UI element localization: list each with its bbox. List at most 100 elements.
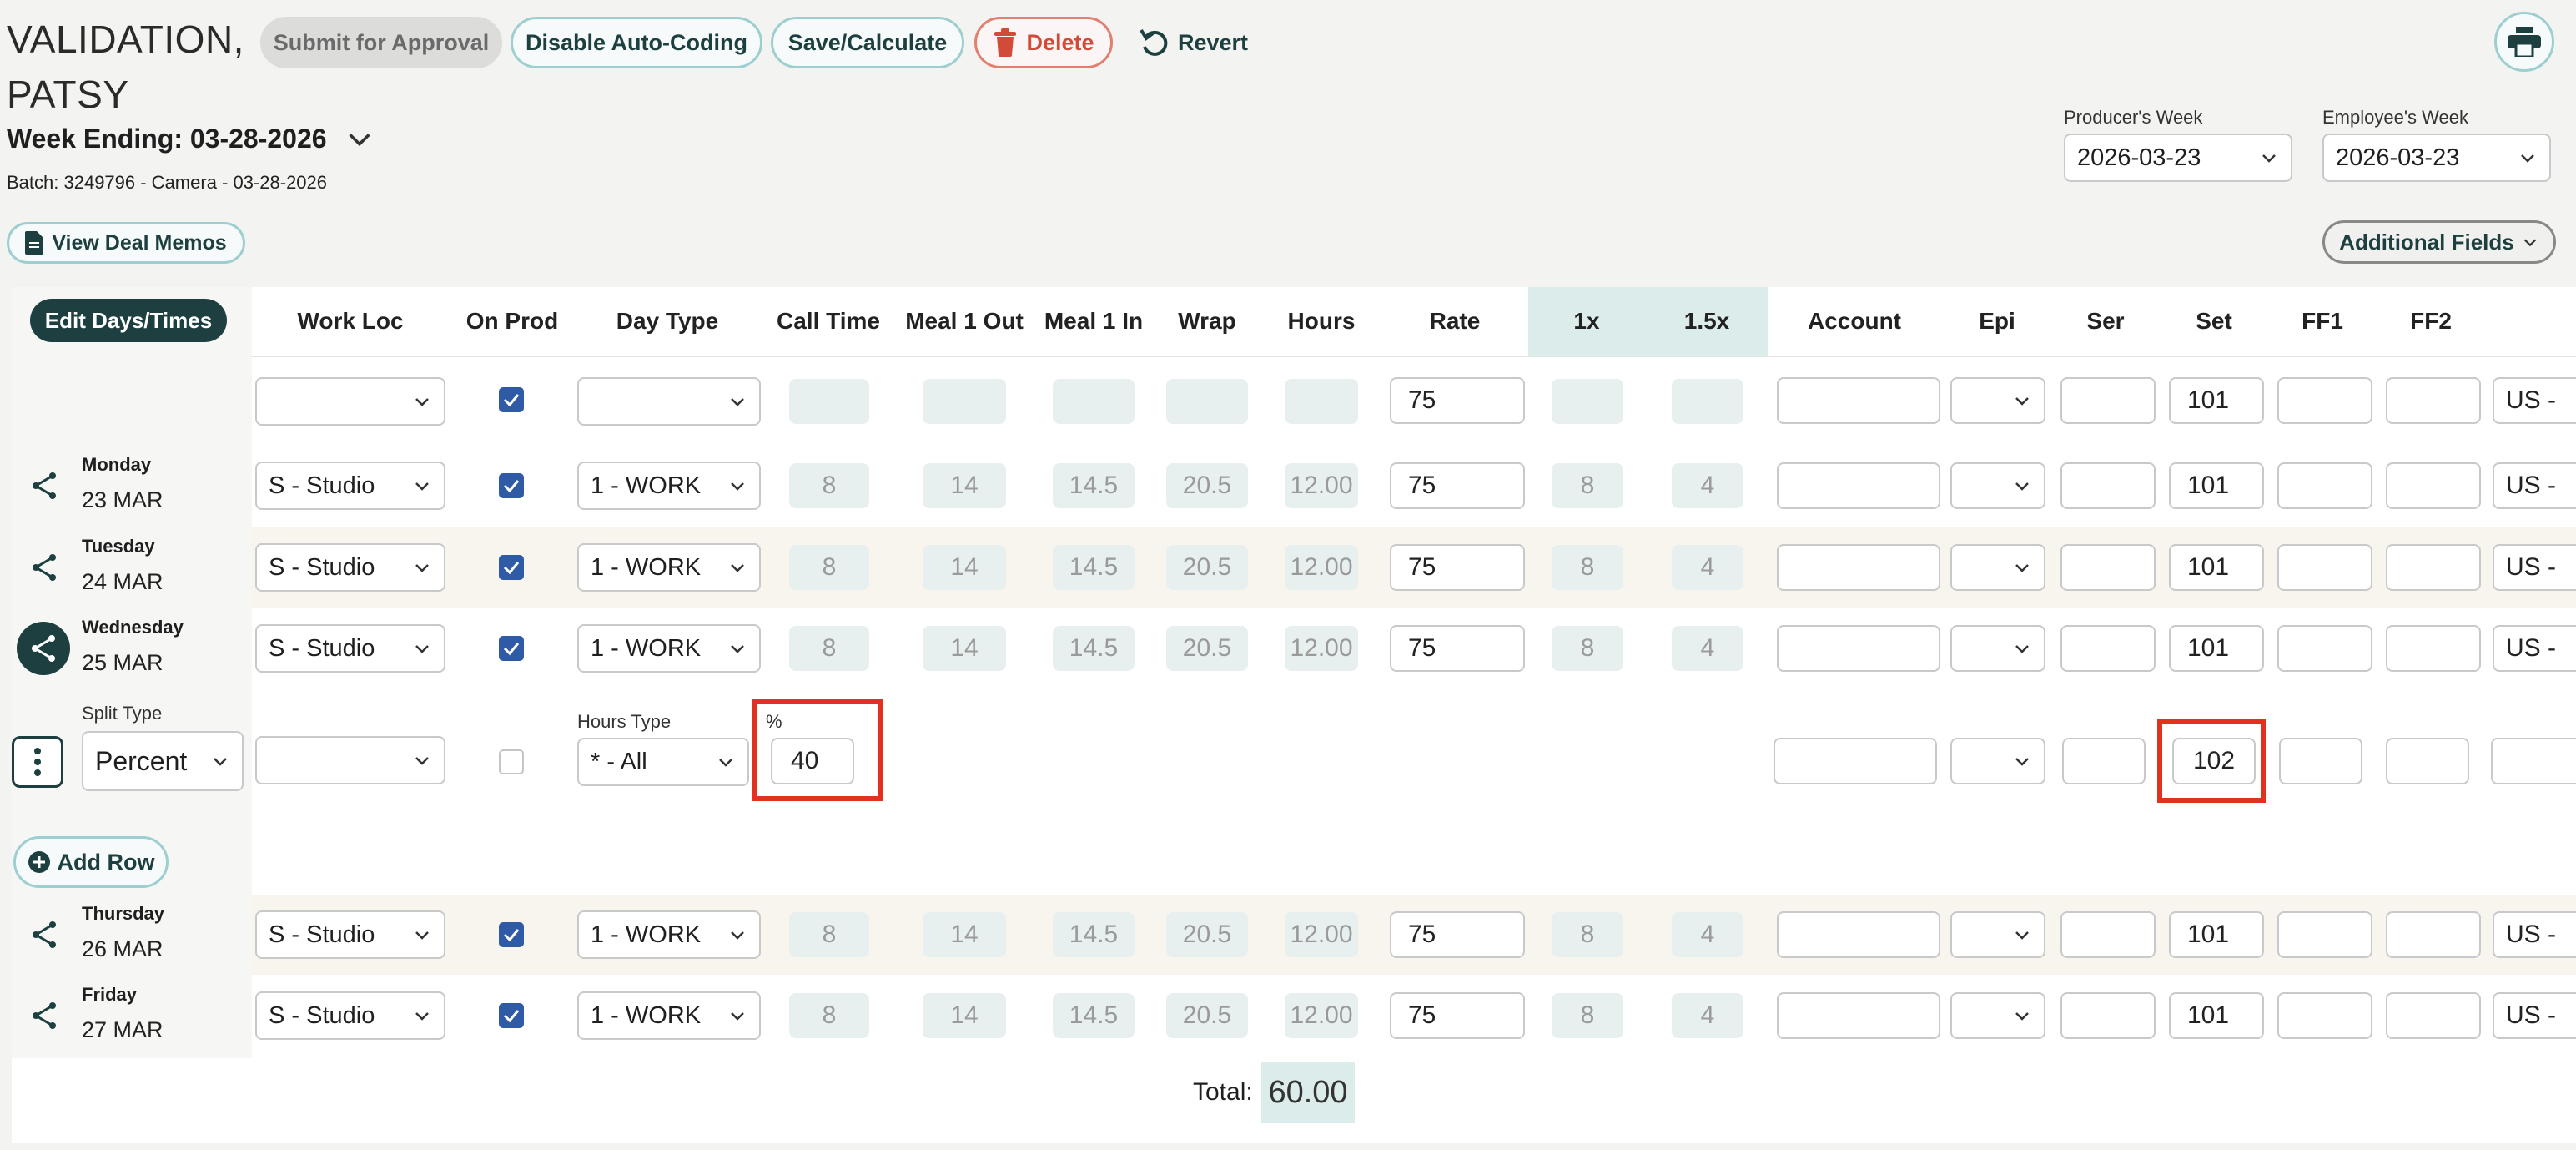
meal1-out-cell: 14 (923, 912, 1006, 957)
submit-for-approval-button[interactable]: Submit for Approval (260, 17, 502, 68)
day-type-select[interactable]: 1 - WORK (577, 910, 761, 959)
epi-select[interactable] (1950, 992, 2045, 1039)
save-calculate-button[interactable]: Save/Calculate (771, 17, 964, 68)
default-ser-input[interactable] (2060, 377, 2156, 424)
country-select[interactable]: US - (2493, 462, 2576, 509)
split-on-prod-checkbox[interactable] (499, 749, 524, 774)
on-prod-checkbox[interactable] (499, 922, 524, 947)
day-share-button[interactable] (17, 622, 70, 675)
day-type-select[interactable]: 1 - WORK (577, 462, 761, 510)
ff2-input[interactable] (2386, 911, 2481, 958)
account-input[interactable] (1777, 544, 1940, 591)
default-on-prod-checkbox[interactable] (499, 387, 524, 412)
epi-select[interactable] (1950, 544, 2045, 591)
ff2-input[interactable] (2386, 992, 2481, 1039)
set-input[interactable]: 101 (2169, 462, 2264, 509)
ff1-input[interactable] (2277, 544, 2372, 591)
ser-input[interactable] (2060, 911, 2156, 958)
edit-days-times-button[interactable]: Edit Days/Times (30, 299, 227, 342)
ff1-input[interactable] (2277, 911, 2372, 958)
set-input[interactable]: 101 (2169, 544, 2264, 591)
ser-input[interactable] (2060, 544, 2156, 591)
revert-button[interactable]: Revert (1135, 17, 1251, 68)
ff1-input[interactable] (2277, 625, 2372, 672)
print-button[interactable] (2494, 12, 2554, 72)
split-type-select[interactable]: Percent (82, 731, 244, 791)
epi-select[interactable] (1950, 911, 2045, 958)
default-ff2-input[interactable] (2386, 377, 2481, 424)
additional-fields-button[interactable]: Additional Fields (2322, 220, 2556, 264)
ser-input[interactable] (2060, 625, 2156, 672)
epi-select[interactable] (1950, 462, 2045, 509)
split-percent-input[interactable]: 40 (771, 738, 854, 784)
rate-input[interactable]: 75 (1390, 625, 1525, 672)
add-row-button[interactable]: Add Row (13, 836, 169, 888)
split-work-loc-select[interactable] (255, 736, 445, 784)
day-share-button[interactable] (23, 914, 65, 956)
country-select[interactable]: US - (2493, 911, 2576, 958)
set-input[interactable]: 101 (2169, 625, 2264, 672)
default-set-input[interactable]: 101 (2169, 377, 2264, 424)
split-account-input[interactable] (1774, 738, 1937, 784)
default-ff1-input[interactable] (2277, 377, 2372, 424)
ff2-input[interactable] (2386, 462, 2481, 509)
default-day-type-select[interactable] (577, 377, 761, 426)
account-input[interactable] (1777, 462, 1940, 509)
account-input[interactable] (1777, 992, 1940, 1039)
ser-input[interactable] (2060, 462, 2156, 509)
hours-type-select[interactable]: * - All (577, 738, 749, 786)
split-ff1-input[interactable] (2279, 738, 2362, 784)
employees-week-select[interactable]: 2026-03-23 (2322, 134, 2551, 182)
account-input[interactable] (1777, 911, 1940, 958)
work-loc-select[interactable]: S - Studio (255, 543, 445, 592)
work-loc-select[interactable]: S - Studio (255, 991, 445, 1040)
on-prod-checkbox[interactable] (499, 636, 524, 661)
default-account-input[interactable] (1777, 377, 1940, 424)
rate-input[interactable]: 75 (1390, 911, 1525, 958)
set-input[interactable]: 101 (2169, 911, 2264, 958)
ff2-input[interactable] (2386, 625, 2481, 672)
rate-input[interactable]: 75 (1390, 462, 1525, 509)
producers-week-select[interactable]: 2026-03-23 (2064, 134, 2292, 182)
day-type-select[interactable]: 1 - WORK (577, 991, 761, 1040)
on-prod-checkbox[interactable] (499, 555, 524, 580)
country-select[interactable]: US - (2493, 544, 2576, 591)
rate-input[interactable]: 75 (1390, 544, 1525, 591)
disable-auto-coding-button[interactable]: Disable Auto-Coding (511, 17, 762, 68)
on-prod-checkbox[interactable] (499, 1003, 524, 1028)
day-type-select[interactable]: 1 - WORK (577, 543, 761, 592)
day-type-select[interactable]: 1 - WORK (577, 624, 761, 673)
day-share-button[interactable] (23, 465, 65, 507)
week-ending-selector[interactable]: Week Ending: 03-28-2026 (7, 124, 374, 154)
chevron-down-icon (731, 564, 744, 572)
day-share-button[interactable] (23, 995, 65, 1037)
split-ff2-input[interactable] (2386, 738, 2469, 784)
delete-button[interactable]: Delete (974, 17, 1113, 68)
ff1-input[interactable] (2277, 992, 2372, 1039)
work-loc-select[interactable]: S - Studio (255, 910, 445, 959)
view-deal-memos-button[interactable]: View Deal Memos (7, 222, 245, 264)
default-epi-select[interactable] (1950, 377, 2045, 424)
split-row-menu-button[interactable] (12, 736, 63, 788)
ff1-input[interactable] (2277, 462, 2372, 509)
country-select[interactable]: US - (2493, 625, 2576, 672)
default-country-select[interactable]: US - (2493, 377, 2576, 424)
chevron-down-icon (415, 398, 429, 406)
work-loc-select[interactable]: S - Studio (255, 462, 445, 510)
default-work-loc-select[interactable] (255, 377, 445, 426)
split-ser-input[interactable] (2062, 738, 2146, 784)
epi-select[interactable] (1950, 625, 2045, 672)
split-set-input[interactable]: 102 (2172, 738, 2256, 784)
account-input[interactable] (1777, 625, 1940, 672)
default-rate-input[interactable]: 75 (1390, 377, 1525, 424)
ser-input[interactable] (2060, 992, 2156, 1039)
rate-input[interactable]: 75 (1390, 992, 1525, 1039)
country-select[interactable]: US - (2493, 992, 2576, 1039)
day-share-button[interactable] (23, 547, 65, 588)
on-prod-checkbox[interactable] (499, 473, 524, 498)
ff2-input[interactable] (2386, 544, 2481, 591)
split-country-select[interactable] (2491, 738, 2576, 784)
set-input[interactable]: 101 (2169, 992, 2264, 1039)
split-epi-select[interactable] (1950, 738, 2045, 784)
work-loc-select[interactable]: S - Studio (255, 624, 445, 673)
